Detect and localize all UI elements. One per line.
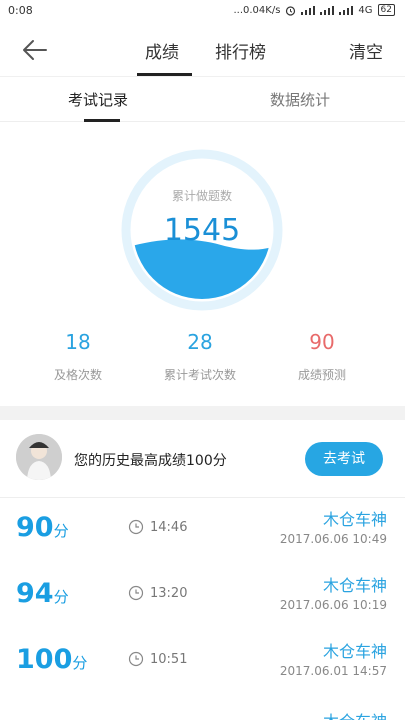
- stat-label: 成绩预测: [297, 368, 346, 382]
- status-bar: 0:08 ...0.04K/s 4G 62: [0, 0, 405, 24]
- battery-icon: 62: [377, 4, 395, 16]
- clear-button[interactable]: 清空: [349, 38, 383, 63]
- stat-value: 18: [65, 330, 91, 354]
- avatar[interactable]: [16, 434, 62, 480]
- total-questions-label: 累计做题数: [171, 189, 232, 203]
- tab-score[interactable]: 成绩: [145, 38, 179, 63]
- stat-label: 累计考试次数: [163, 368, 236, 382]
- record-user: 木仓车神: [322, 576, 387, 595]
- stat-pass-count: 18 及格次数: [18, 330, 138, 383]
- alarm-icon: [286, 5, 296, 16]
- tab-exam-records[interactable]: 考试记录: [68, 89, 128, 110]
- clock-icon: [128, 519, 144, 535]
- signal-icon: [301, 5, 316, 15]
- list-item[interactable]: 94分 13:20 木仓车神 2017.06.06 10:19: [0, 564, 405, 630]
- stat-score-prediction: 90 成绩预测: [262, 330, 382, 383]
- list-item[interactable]: 木仓车神: [0, 696, 405, 720]
- take-exam-button[interactable]: 去考试: [305, 442, 383, 476]
- record-duration: 14:46: [150, 520, 188, 535]
- record-datetime: 2017.06.06 10:19: [279, 598, 387, 612]
- tab-statistics[interactable]: 数据统计: [270, 89, 330, 110]
- record-score: 90分: [16, 512, 69, 543]
- record-user: 木仓车神: [322, 642, 387, 661]
- network-speed: ...0.04K/s: [233, 4, 281, 16]
- record-datetime: 2017.06.01 14:57: [279, 664, 387, 678]
- record-duration: 10:51: [150, 652, 188, 667]
- record-datetime: 2017.06.06 10:49: [279, 532, 387, 546]
- record-duration: 13:20: [150, 586, 188, 601]
- stat-exam-count: 28 累计考试次数: [140, 330, 260, 383]
- stats-card: 累计做题数 1545 18 及格次数 28 累计考试次数 90 成绩预测: [0, 122, 405, 406]
- signal-icon-3: [339, 5, 354, 15]
- record-user: 木仓车神: [322, 510, 387, 529]
- clock-icon: [128, 585, 144, 601]
- clock-icon: [128, 651, 144, 667]
- best-score-row: 您的历史最高成绩100分 去考试: [0, 420, 405, 498]
- status-time: 0:08: [8, 4, 33, 17]
- best-score-text: 您的历史最高成绩100分: [74, 453, 227, 469]
- sub-tabs: 考试记录 数据统计: [0, 76, 405, 122]
- top-nav: 成绩 排行榜 清空: [0, 24, 405, 76]
- record-user: 木仓车神: [323, 708, 387, 720]
- section-divider: [0, 406, 405, 420]
- back-arrow-icon[interactable]: [20, 36, 50, 64]
- progress-circle: 累计做题数 1545: [121, 149, 283, 311]
- list-item[interactable]: 100分 10:51 木仓车神 2017.06.01 14:57: [0, 630, 405, 696]
- signal-icon-2: [320, 5, 335, 15]
- total-questions-value: 1545: [163, 213, 241, 248]
- tab-ranking[interactable]: 排行榜: [215, 38, 266, 63]
- stat-label: 及格次数: [53, 368, 102, 382]
- record-score: 94分: [16, 578, 69, 609]
- record-score: 100分: [16, 644, 88, 675]
- status-icons: ...0.04K/s 4G 62: [233, 4, 395, 16]
- stat-value: 90: [309, 330, 335, 354]
- stat-value: 28: [187, 330, 213, 354]
- network-type: 4G: [358, 4, 373, 16]
- list-item[interactable]: 90分 14:46 木仓车神 2017.06.06 10:49: [0, 498, 405, 564]
